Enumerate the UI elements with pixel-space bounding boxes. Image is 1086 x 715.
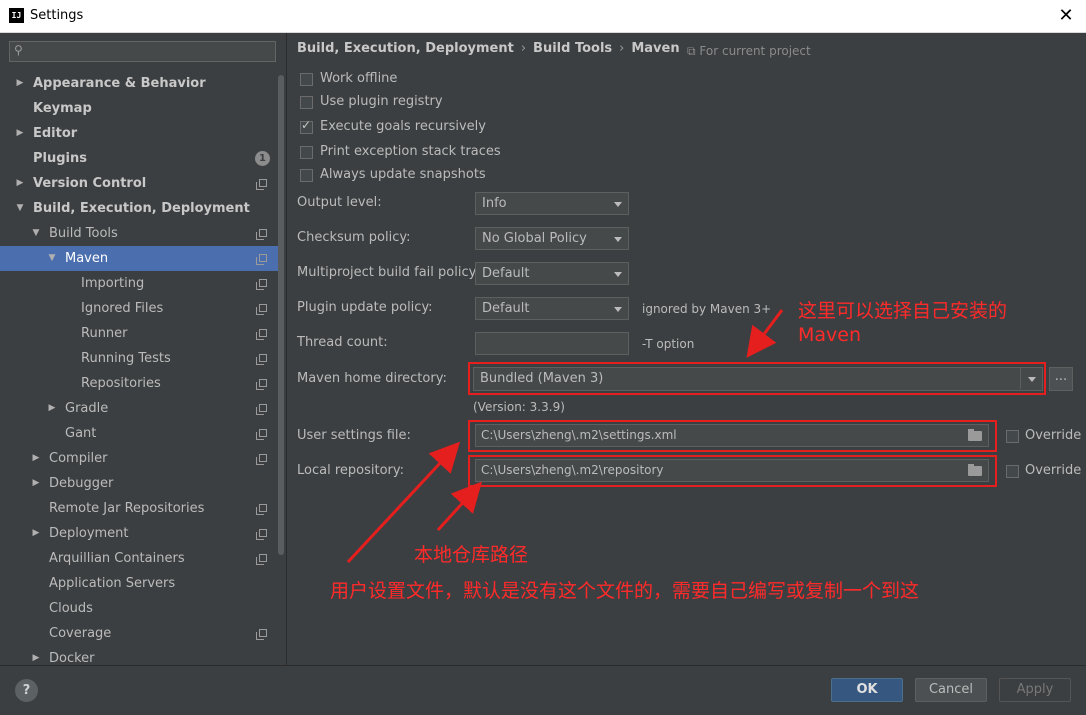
annotation-maven-line2: Maven (798, 324, 862, 346)
help-button[interactable]: ? (15, 679, 38, 702)
annotation-arrows (346, 309, 784, 564)
annotation-maven-line1: 这里可以选择自己安装的 (798, 300, 1008, 322)
dialog-footer: ? OK Cancel Apply (0, 665, 1086, 715)
apply-button[interactable]: Apply (999, 678, 1071, 702)
annotation-local-repo: 本地仓库路径 (414, 544, 529, 566)
ok-button[interactable]: OK (831, 678, 903, 702)
cancel-button[interactable]: Cancel (915, 678, 987, 702)
annotation-settings-file: 用户设置文件，默认是没有这个文件的，需要自己编写或复制一个到这 (330, 580, 920, 602)
local-repo-arrow (436, 481, 483, 532)
maven-home-arrow (746, 309, 784, 358)
